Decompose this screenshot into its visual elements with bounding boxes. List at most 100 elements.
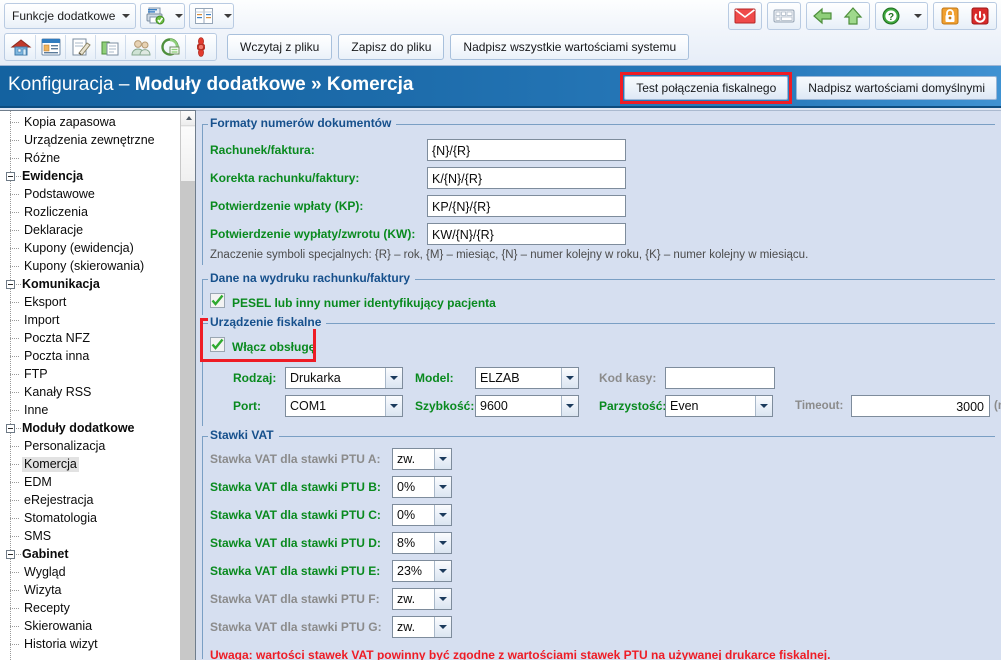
sidebar-item-wizyta[interactable]: Wizyta [0, 581, 181, 599]
sidebar-item-rozne[interactable]: Różne [0, 149, 181, 167]
chevron-down-icon[interactable] [434, 589, 451, 609]
mail-icon[interactable] [730, 4, 760, 29]
up-arrow-icon[interactable] [838, 4, 868, 29]
sidebar-item-podstawowe[interactable]: Podstawowe [0, 185, 181, 203]
vat-ptu-c-select[interactable]: 0% [392, 504, 452, 526]
chevron-down-icon[interactable] [175, 14, 184, 18]
chevron-down-icon[interactable] [561, 368, 578, 388]
load-from-file-button[interactable]: Wczytaj z pliku [227, 34, 333, 60]
chevron-down-icon[interactable] [434, 617, 451, 637]
sidebar-item-poczta-inna[interactable]: Poczta inna [0, 347, 181, 365]
patients-icon[interactable] [126, 35, 155, 60]
collapse-icon[interactable] [6, 279, 15, 289]
vat-ptu-e-select[interactable]: 23% [392, 560, 452, 582]
chevron-down-icon[interactable] [224, 14, 233, 18]
sidebar-item-sms[interactable]: SMS [0, 527, 181, 545]
save-to-file-button[interactable]: Zapisz do pliku [338, 34, 445, 60]
szybkosc-select[interactable]: 9600 [475, 395, 579, 417]
scrollbar-thumb[interactable] [181, 127, 195, 181]
sidebar-item-inne[interactable]: Inne [0, 401, 181, 419]
sidebar-item-personalizacja[interactable]: Personalizacja [0, 437, 181, 455]
chevron-down-icon[interactable] [434, 533, 451, 553]
sidebar-item-kupony-skierowania[interactable]: Kupony (skierowania) [0, 257, 181, 275]
power-icon[interactable] [965, 4, 995, 29]
collapse-icon[interactable] [6, 423, 15, 433]
folders-icon[interactable] [96, 35, 125, 60]
pesel-checkbox[interactable] [210, 293, 225, 308]
chevron-down-icon[interactable] [755, 396, 772, 416]
chevron-down-icon[interactable] [385, 368, 402, 388]
collapse-icon[interactable] [6, 549, 15, 559]
pesel-checkbox-label[interactable]: PESEL lub inny numer identyfikujący pacj… [232, 296, 496, 310]
chevron-down-icon[interactable] [434, 477, 451, 497]
sidebar-item-komercja[interactable]: Komercja [0, 455, 181, 473]
kod-kasy-input[interactable] [665, 367, 775, 389]
enable-fiscal-checkbox[interactable] [210, 337, 225, 352]
vat-ptu-f-select[interactable]: zw. [392, 588, 452, 610]
chevron-down-icon[interactable] [914, 14, 922, 18]
sidebar-item-deklaracje[interactable]: Deklaracje [0, 221, 181, 239]
rodzaj-select[interactable]: Drukarka [285, 367, 403, 389]
scrollbar-track[interactable] [181, 127, 195, 660]
sidebar-item-eksport[interactable]: Eksport [0, 293, 181, 311]
test-fiscal-connection-button[interactable]: Test połączenia fiskalnego [624, 76, 789, 100]
chevron-down-icon[interactable] [385, 396, 402, 416]
sidebar-item-edm[interactable]: EDM [0, 473, 181, 491]
vat-ptu-g-select[interactable]: zw. [392, 616, 452, 638]
potwierdzenie-wyplaty-input[interactable]: KW/{N}/{R} [427, 223, 626, 245]
port-select[interactable]: COM1 [285, 395, 403, 417]
overwrite-all-system-values-button[interactable]: Nadpisz wszystkie wartościami systemu [450, 34, 690, 60]
sidebar-group-ewidencja[interactable]: Ewidencja [0, 167, 181, 185]
sidebar-item-wyglad[interactable]: Wygląd [0, 563, 181, 581]
layout-dropdown-group[interactable] [189, 3, 235, 29]
chevron-down-icon[interactable] [434, 505, 451, 525]
sidebar-item-stomatologia[interactable]: Stomatologia [0, 509, 181, 527]
parzystosc-select[interactable]: Even [665, 395, 773, 417]
keyboard-icon[interactable] [769, 4, 799, 29]
chevron-down-icon[interactable] [434, 561, 451, 581]
vat-ptu-b-select[interactable]: 0% [392, 476, 452, 498]
chevron-down-icon[interactable] [434, 449, 451, 469]
refresh-clock-icon[interactable] [156, 35, 185, 60]
sidebar-item-rozliczenia[interactable]: Rozliczenia [0, 203, 181, 221]
korekta-rachunku-input[interactable]: K/{N}/{R} [427, 167, 626, 189]
sidebar-group-moduly-dodatkowe[interactable]: Moduły dodatkowe [0, 419, 181, 437]
potwierdzenie-wplaty-input[interactable]: KP/{N}/{R} [427, 195, 626, 217]
enable-fiscal-label[interactable]: Włącz obsługę [232, 340, 315, 354]
layout-columns-icon[interactable] [191, 4, 217, 28]
model-select[interactable]: ELZAB [475, 367, 579, 389]
lock-icon[interactable] [935, 4, 965, 29]
chevron-up-icon[interactable] [181, 111, 195, 126]
sidebar-item-kanaly-rss[interactable]: Kanały RSS [0, 383, 181, 401]
print-dropdown-group[interactable] [140, 3, 186, 29]
collapse-icon[interactable] [6, 171, 15, 181]
asterisk-red-icon[interactable] [186, 35, 215, 60]
vat-ptu-d-select[interactable]: 8% [392, 532, 452, 554]
vat-ptu-a-select[interactable]: zw. [392, 448, 452, 470]
sidebar-item-ftp[interactable]: FTP [0, 365, 181, 383]
sign-document-icon[interactable] [66, 35, 95, 60]
sidebar-item-kopia-zapasowa[interactable]: Kopia zapasowa [0, 113, 181, 131]
sidebar-group-gabinet[interactable]: Gabinet [0, 545, 181, 563]
functions-dropdown-group[interactable]: Funkcje dodatkowe [4, 3, 137, 29]
sidebar-item-poczta-nfz[interactable]: Poczta NFZ [0, 329, 181, 347]
chevron-down-icon[interactable] [561, 396, 578, 416]
sidebar-item-urzadzenia-zewnetrzne[interactable]: Urządzenia zewnętrzne [0, 131, 181, 149]
sidebar-item-import[interactable]: Import [0, 311, 181, 329]
sidebar-item-erejestracja[interactable]: eRejestracja [0, 491, 181, 509]
sidebar-group-komunikacja[interactable]: Komunikacja [0, 275, 181, 293]
sidebar-item-skierowania[interactable]: Skierowania [0, 617, 181, 635]
sidebar-item-kupony-ewidencja[interactable]: Kupony (ewidencja) [0, 239, 181, 257]
sidebar-item-historia-wizyt[interactable]: Historia wizyt [0, 635, 181, 653]
home-icon[interactable] [6, 35, 35, 60]
id-card-icon[interactable] [36, 35, 65, 60]
sidebar-scrollbar[interactable] [180, 111, 195, 660]
back-arrow-icon[interactable] [808, 4, 838, 29]
timeout-input[interactable]: 3000 [851, 395, 990, 417]
functions-dropdown-button[interactable]: Funkcje dodatkowe [6, 4, 134, 28]
overwrite-default-values-button[interactable]: Nadpisz wartościami domyślnymi [796, 76, 997, 100]
help-icon[interactable]: ? [877, 4, 907, 29]
rachunek-faktura-input[interactable]: {N}/{R} [427, 139, 626, 161]
printer-icon[interactable] [142, 4, 168, 28]
sidebar-item-recepty[interactable]: Recepty [0, 599, 181, 617]
